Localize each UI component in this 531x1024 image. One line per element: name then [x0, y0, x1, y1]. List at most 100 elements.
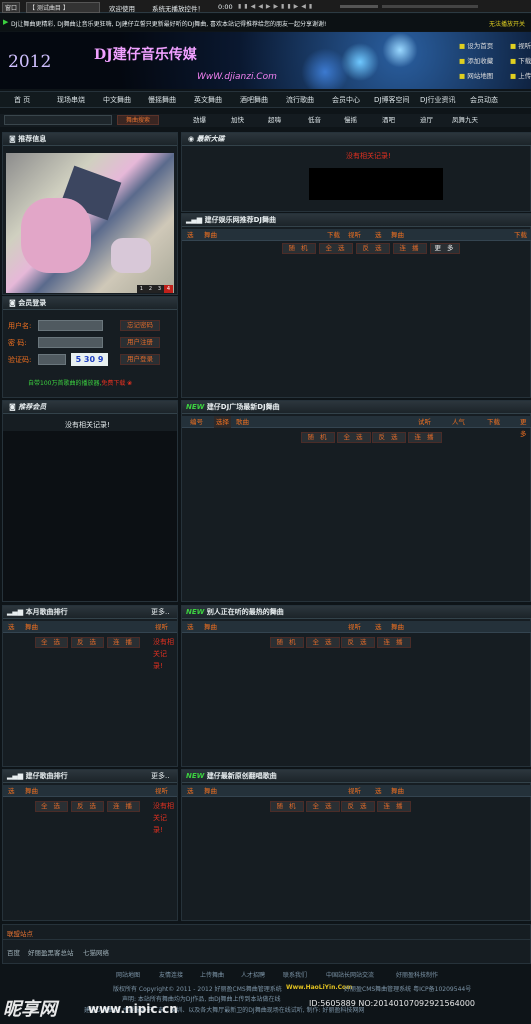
nav-chinese[interactable]: 中文舞曲 — [103, 92, 131, 108]
footer-icp: 好丽盈CMS舞曲管理系统 粤ICP备10209544号 — [344, 986, 472, 993]
members-box — [3, 431, 177, 601]
monthly-play-all-button[interactable]: 连 播 — [107, 637, 140, 648]
marquee-text: DJ让舞曲更精彩, DJ舞曲让音乐更狂嗨, DJ建仔立誓只更新最好听的DJ舞曲,… — [11, 21, 327, 28]
watermark-id: ID:5605889 NO:20140107092921564000 — [309, 999, 476, 1008]
hot-select-all-button[interactable]: 全 选 — [306, 637, 340, 648]
progress-slider[interactable] — [382, 5, 478, 8]
search-input[interactable] — [4, 115, 112, 125]
footer-copyright-url[interactable]: Www.HaoLiYin.Com — [286, 984, 352, 991]
watermark-url: www.nipic.cn — [88, 1002, 178, 1016]
tab-diyin[interactable]: 低音 — [308, 114, 321, 126]
square-play-all-button[interactable]: 连 播 — [408, 432, 442, 443]
disc-icon: ◉ — [188, 135, 195, 143]
nav-live[interactable]: 现场串烧 — [57, 92, 85, 108]
tab-jiuba[interactable]: 酒吧 — [382, 114, 395, 126]
tab-jiakuai[interactable]: 加快 — [231, 114, 244, 126]
nav-pop[interactable]: 流行歌曲 — [286, 92, 314, 108]
tab-diting[interactable]: 迪厅 — [420, 114, 433, 126]
free-download-link[interactable]: 免费下载 — [101, 380, 125, 387]
footer-contact[interactable]: 联系我们 — [283, 970, 307, 979]
hot-invert-button[interactable]: 反 选 — [341, 637, 375, 648]
tab-fengwu[interactable]: 凤舞九天 — [452, 114, 478, 126]
forgot-password-button[interactable]: 忘记密码 — [120, 320, 160, 331]
recommend-image[interactable]: 1234 — [6, 153, 174, 293]
listen-link[interactable]: ■ 视听 — [510, 40, 531, 55]
login-header: ◙ 会员登录 — [3, 297, 177, 310]
footer-maker[interactable]: 好丽盈科技制作 — [396, 970, 438, 979]
add-favorite-link[interactable]: ■ 添加收藏 — [459, 55, 499, 70]
monthly-select-all-button[interactable]: 全 选 — [35, 637, 68, 648]
new-badge: NEW — [186, 403, 205, 411]
footer-webmaster[interactable]: 中国站长网站交流 — [326, 970, 374, 979]
tab-manyao[interactable]: 慢摇 — [344, 114, 357, 126]
monthly-invert-button[interactable]: 反 选 — [71, 637, 104, 648]
footer-jobs[interactable]: 人才招聘 — [241, 970, 265, 979]
window-button[interactable]: 窗口 — [2, 2, 21, 13]
nav-news[interactable]: DJ行业资讯 — [420, 92, 455, 108]
square-select-all-button[interactable]: 全 选 — [337, 432, 371, 443]
tab-jinbao[interactable]: 劲爆 — [193, 114, 206, 126]
welcome-text: 欢迎使用 — [109, 5, 135, 13]
hot-play-all-button[interactable]: 连 播 — [377, 637, 411, 648]
search-button[interactable]: 舞曲搜索 — [117, 115, 159, 125]
slide-page-1[interactable]: 1 — [137, 285, 146, 293]
username-input[interactable] — [38, 320, 103, 331]
ranking-more-link[interactable]: 更多.. — [151, 770, 169, 783]
nav-bar[interactable]: 酒吧舞曲 — [240, 92, 268, 108]
nav-blog[interactable]: DJ博客空间 — [374, 92, 409, 108]
captcha-input[interactable] — [38, 354, 66, 365]
footer-upload[interactable]: 上传舞曲 — [200, 970, 224, 979]
members-panel: ◙ 推荐会员 没有相关记录! — [2, 400, 178, 602]
rec-more-button[interactable]: 更 多 — [430, 243, 460, 254]
friend-link-baidu[interactable]: 百度 — [7, 947, 20, 957]
nav-english[interactable]: 英文舞曲 — [194, 92, 222, 108]
download-link[interactable]: ■ 下载 — [510, 55, 531, 70]
track-select[interactable]: 【 测试曲目 】 — [26, 2, 100, 13]
tab-chaohai[interactable]: 超嗨 — [268, 114, 281, 126]
recommend-header: ◙ 推荐信息 — [3, 133, 177, 146]
captcha-image[interactable]: 5 30 9 — [71, 353, 108, 366]
original-random-button[interactable]: 随 机 — [270, 801, 304, 812]
friend-link-qimao[interactable]: 七猫网络 — [83, 947, 109, 957]
volume-slider[interactable] — [340, 5, 378, 8]
friend-link-hacker[interactable]: 好丽盈黑客总站 — [28, 947, 74, 957]
sitemap-link[interactable]: ■ 网站地图 — [459, 70, 499, 85]
new-badge: NEW — [186, 772, 205, 780]
ranking-select-all-button[interactable]: 全 选 — [35, 801, 68, 812]
footer-friends[interactable]: 友情连接 — [159, 970, 183, 979]
upload-link[interactable]: ■ 上传 — [510, 70, 531, 85]
slide-page-4[interactable]: 4 — [164, 285, 173, 293]
original-invert-button[interactable]: 反 选 — [341, 801, 375, 812]
rec-play-all-button[interactable]: 连 播 — [393, 243, 427, 254]
password-input[interactable] — [38, 337, 103, 348]
friends-divider — [3, 939, 531, 940]
original-select-all-button[interactable]: 全 选 — [306, 801, 340, 812]
rec-random-button[interactable]: 随 机 — [282, 243, 316, 254]
slide-page-2[interactable]: 2 — [146, 285, 155, 293]
login-button[interactable]: 用户登录 — [120, 354, 160, 365]
ranking-invert-button[interactable]: 反 选 — [71, 801, 104, 812]
banner: 2012 DJ建仔音乐传媒 WwW.djianzi.Com ■ 设为首页 ■ 添… — [0, 32, 531, 89]
nav-home[interactable]: 首 页 — [14, 92, 30, 108]
player-controls[interactable]: ▮▮◀◀▶▶▮▮▶◀▮ — [238, 3, 336, 10]
player-toggle-label[interactable]: 无法播放开关 — [489, 19, 525, 28]
square-invert-button[interactable]: 反 选 — [372, 432, 406, 443]
slide-page-3[interactable]: 3 — [155, 285, 164, 293]
nav-activity[interactable]: 会员动态 — [470, 92, 498, 108]
rec-select-all-button[interactable]: 全 选 — [319, 243, 353, 254]
nav-slow[interactable]: 慢摇舞曲 — [148, 92, 176, 108]
hot-random-button[interactable]: 随 机 — [270, 637, 304, 648]
ranking-play-all-button[interactable]: 连 播 — [107, 801, 140, 812]
square-panel: NEW 建仔DJ广场最新DJ舞曲 编号 选择 歌曲 试听 人气 下载 更多 随 … — [181, 400, 531, 602]
rec-dj-columns: 选 舞曲 下载 视听 选 舞曲 下载 — [182, 229, 531, 241]
monthly-more-link[interactable]: 更多.. — [151, 606, 169, 619]
square-random-button[interactable]: 随 机 — [301, 432, 335, 443]
monthly-header: ▂▄▆ 本月歌曲排行 更多.. — [3, 606, 177, 619]
footer-sitemap[interactable]: 网站地图 — [116, 970, 140, 979]
rec-invert-button[interactable]: 反 选 — [356, 243, 390, 254]
original-play-all-button[interactable]: 连 播 — [377, 801, 411, 812]
original-header: NEW 建仔最新原创翻唱歌曲 — [182, 770, 531, 783]
set-homepage-link[interactable]: ■ 设为首页 — [459, 40, 499, 55]
register-button[interactable]: 用户注册 — [120, 337, 160, 348]
nav-member[interactable]: 会员中心 — [332, 92, 360, 108]
